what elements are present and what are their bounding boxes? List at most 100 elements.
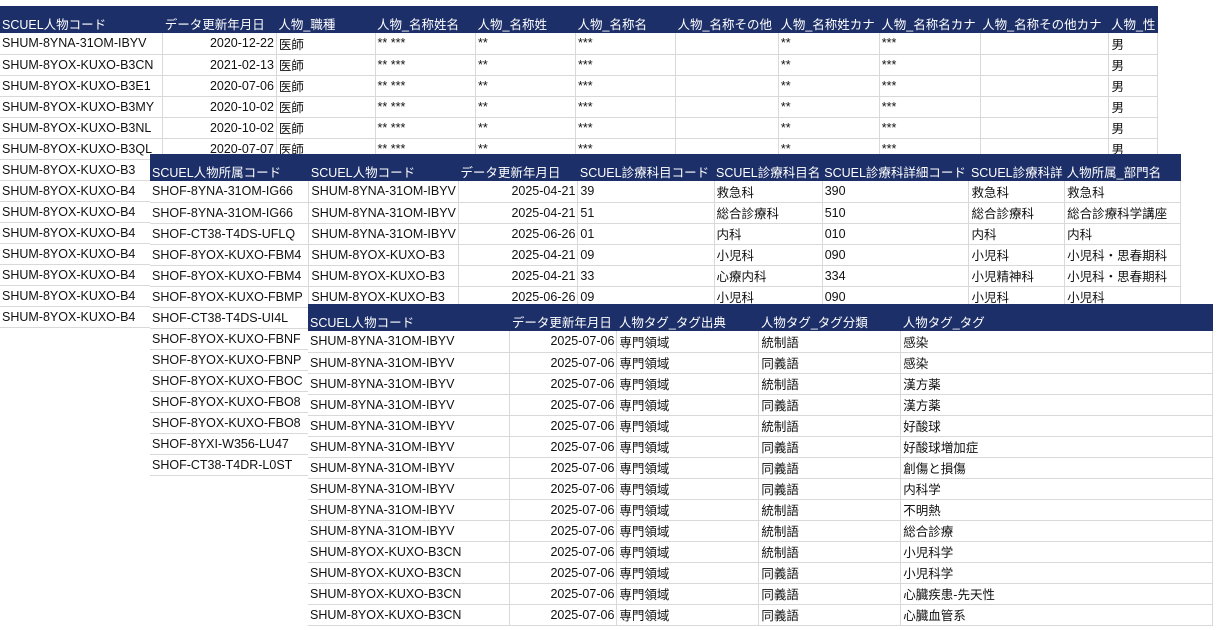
table-cell[interactable]: 専門領域: [616, 520, 760, 542]
table-cell[interactable]: 2025-06-26: [458, 223, 579, 245]
table-cell[interactable]: 2025-07-06: [509, 583, 618, 605]
table-cell[interactable]: 男: [1108, 54, 1158, 76]
column-header[interactable]: 人物_名称姓カナ: [778, 6, 880, 33]
column-header[interactable]: 人物_名称姓名: [375, 6, 476, 33]
table-cell[interactable]: SHUM-8YOX-KUXO-B3: [0, 159, 164, 181]
table-cell[interactable]: 漢方薬: [900, 394, 1213, 416]
table-cell[interactable]: SHOF-CT38-T4DR-L0ST: [150, 454, 310, 476]
table-cell[interactable]: SHOF-8YOX-KUXO-FBOC: [150, 370, 310, 392]
table-cell[interactable]: 2025-07-06: [509, 478, 618, 500]
table-cell[interactable]: [675, 96, 779, 118]
table-cell[interactable]: 総合診療科学講座: [1064, 202, 1181, 224]
column-header[interactable]: 人物タグ_タグ出典: [616, 304, 759, 331]
table-cell[interactable]: 内科: [1064, 223, 1181, 245]
table-cell[interactable]: 同義語: [758, 478, 902, 500]
table-cell[interactable]: 内科: [714, 223, 823, 245]
table-cell[interactable]: 専門領域: [616, 583, 760, 605]
table-cell[interactable]: **: [475, 33, 577, 55]
table-cell[interactable]: 同義語: [758, 562, 902, 584]
table-cell[interactable]: 2025-04-21: [458, 202, 579, 224]
table-cell[interactable]: 2020-07-06: [162, 75, 277, 97]
table-cell[interactable]: SHUM-8YOX-KUXO-B4: [0, 285, 164, 307]
table-cell[interactable]: SHUM-8YOX-KUXO-B4: [0, 243, 164, 265]
table-cell[interactable]: [675, 33, 779, 55]
table-cell[interactable]: ***: [879, 75, 981, 97]
table-cell[interactable]: SHUM-8YOX-KUXO-B3E1: [0, 75, 164, 97]
table-cell[interactable]: 2020-10-02: [162, 117, 277, 139]
table-cell[interactable]: SHOF-8YOX-KUXO-FBO8: [150, 391, 310, 413]
table-cell[interactable]: 心療内科: [714, 265, 823, 287]
table-cell[interactable]: ***: [879, 96, 981, 118]
table-cell[interactable]: 救急科: [714, 181, 823, 203]
table-cell[interactable]: 専門領域: [616, 604, 760, 626]
table-cell[interactable]: SHOF-CT38-T4DS-UI4L: [150, 307, 310, 329]
table-cell[interactable]: [675, 117, 779, 139]
column-header[interactable]: 人物_性: [1108, 6, 1158, 33]
table-cell[interactable]: SHOF-8YOX-KUXO-FBM4: [150, 244, 310, 266]
column-header[interactable]: SCUEL診療科詳: [968, 154, 1065, 181]
table-cell[interactable]: SHUM-8YOX-KUXO-B3NL: [0, 117, 164, 139]
table-cell[interactable]: ** ***: [375, 54, 477, 76]
table-cell[interactable]: [980, 75, 1110, 97]
table-cell[interactable]: **: [778, 54, 880, 76]
table-cell[interactable]: 専門領域: [616, 394, 760, 416]
table-cell[interactable]: ***: [879, 54, 981, 76]
table-cell[interactable]: SHUM-8YNA-31OM-IBYV: [0, 33, 164, 55]
table-cell[interactable]: 2025-04-21: [458, 265, 579, 287]
table-cell[interactable]: 総合診療: [900, 520, 1213, 542]
table-cell[interactable]: 総合診療科: [968, 202, 1066, 224]
table-cell[interactable]: SHUM-8YOX-KUXO-B3: [308, 265, 459, 287]
table-cell[interactable]: 010: [822, 223, 970, 245]
table-cell[interactable]: SHUM-8YOX-KUXO-B4: [0, 222, 164, 244]
table-cell[interactable]: 漢方薬: [900, 373, 1213, 395]
column-header[interactable]: SCUEL診療科目コード: [577, 154, 715, 181]
table-cell[interactable]: [980, 96, 1110, 118]
table-cell[interactable]: 51: [577, 202, 715, 224]
table-cell[interactable]: SHOF-8YNA-31OM-IG66: [150, 202, 310, 224]
table-cell[interactable]: 専門領域: [616, 562, 760, 584]
table-cell[interactable]: 救急科: [1064, 181, 1181, 203]
table-cell[interactable]: 不明熱: [900, 499, 1213, 521]
table-cell[interactable]: 好酸球: [900, 415, 1213, 437]
table-cell[interactable]: SHUM-8YNA-31OM-IBYV: [308, 415, 511, 437]
table-cell[interactable]: 心臓疾患-先天性: [900, 583, 1213, 605]
table-cell[interactable]: 2025-07-06: [509, 352, 618, 374]
table-cell[interactable]: 2020-10-02: [162, 96, 277, 118]
table-cell[interactable]: **: [475, 75, 577, 97]
table-cell[interactable]: 同義語: [758, 436, 902, 458]
table-cell[interactable]: 2025-07-06: [509, 373, 618, 395]
table-cell[interactable]: 2025-07-06: [509, 436, 618, 458]
table-cell[interactable]: 334: [822, 265, 970, 287]
table-cell[interactable]: [980, 33, 1110, 55]
column-header[interactable]: 人物所属_部門名: [1064, 154, 1181, 181]
table-cell[interactable]: SHUM-8YNA-31OM-IBYV: [308, 202, 459, 224]
table-cell[interactable]: 01: [577, 223, 715, 245]
table-cell[interactable]: 同義語: [758, 394, 902, 416]
table-cell[interactable]: 専門領域: [616, 352, 760, 374]
table-cell[interactable]: 小児科: [714, 244, 823, 266]
table-cell[interactable]: SHUM-8YNA-31OM-IBYV: [308, 331, 511, 353]
table-cell[interactable]: SHUM-8YNA-31OM-IBYV: [308, 373, 511, 395]
table-cell[interactable]: 小児精神科: [968, 265, 1066, 287]
table-cell[interactable]: 統制語: [758, 331, 902, 353]
table-cell[interactable]: ** ***: [375, 75, 477, 97]
table-cell[interactable]: 救急科: [968, 181, 1066, 203]
table-cell[interactable]: ** ***: [375, 117, 477, 139]
table-cell[interactable]: SHUM-8YOX-KUXO-B3CN: [308, 604, 511, 626]
column-header[interactable]: 人物_名称その他: [675, 6, 779, 33]
table-cell[interactable]: ***: [879, 117, 981, 139]
table-cell[interactable]: 同義語: [758, 604, 902, 626]
table-cell[interactable]: ***: [575, 33, 677, 55]
table-cell[interactable]: 内科学: [900, 478, 1213, 500]
table-cell[interactable]: **: [778, 33, 880, 55]
table-cell[interactable]: 専門領域: [616, 478, 760, 500]
table-cell[interactable]: 医師: [276, 54, 376, 76]
table-cell[interactable]: 2025-07-06: [509, 520, 618, 542]
table-cell[interactable]: 2025-07-06: [509, 541, 618, 563]
table-cell[interactable]: 2025-07-06: [509, 331, 618, 353]
column-header[interactable]: SCUEL診療科目名: [714, 154, 823, 181]
table-cell[interactable]: SHUM-8YOX-KUXO-B3CN: [308, 562, 511, 584]
column-header[interactable]: SCUEL診療科詳細コード: [822, 154, 969, 181]
table-cell[interactable]: 専門領域: [616, 373, 760, 395]
table-cell[interactable]: 男: [1108, 96, 1158, 118]
